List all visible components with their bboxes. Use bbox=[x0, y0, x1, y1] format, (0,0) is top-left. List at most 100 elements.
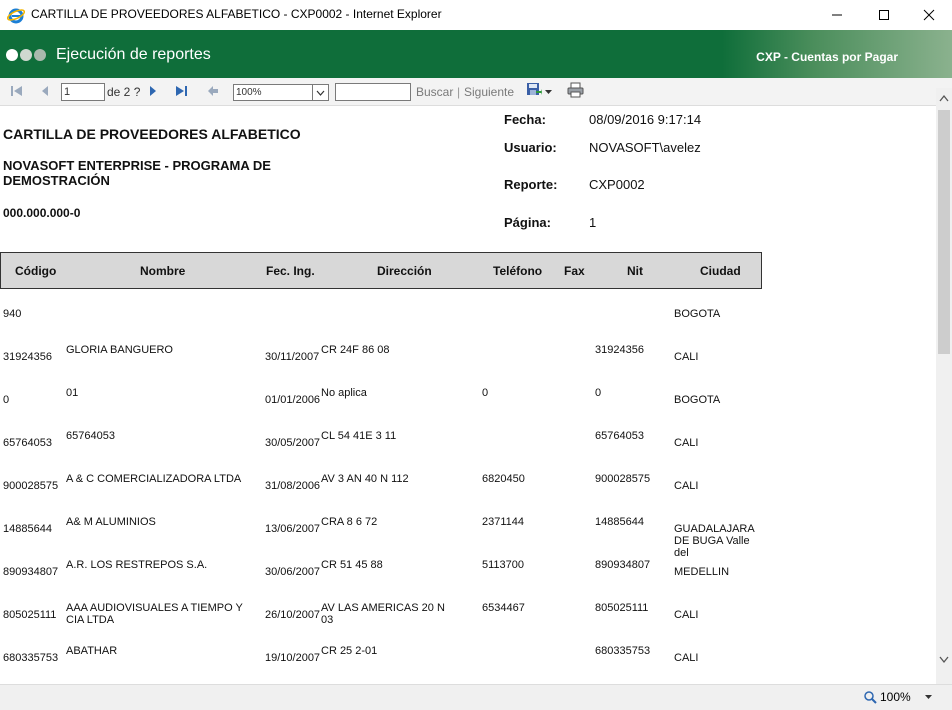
table-row: 805025111 AAA AUDIOVISUALES A TIEMPO Y CI… bbox=[0, 595, 760, 638]
table-row: 890934807 A.R. LOS RESTREPOS S.A. 30/06/20… bbox=[0, 552, 760, 595]
column-header: Fax bbox=[564, 264, 585, 278]
scroll-up-icon[interactable] bbox=[939, 94, 949, 102]
logo-dots bbox=[6, 48, 48, 66]
cell-direccion: CR 24F 86 08 bbox=[321, 344, 390, 356]
dot-icon bbox=[6, 49, 18, 61]
banner-title: Ejecución de reportes bbox=[56, 46, 211, 63]
window-title: CARTILLA DE PROVEEDORES ALFABETICO - CXP… bbox=[31, 7, 442, 21]
cell-ciudad: MEDELLIN bbox=[674, 566, 730, 578]
column-header: Nit bbox=[627, 264, 643, 278]
table-row: 680335753 ABATHAR 19/10/2007 CR 25 2-01 6803… bbox=[0, 638, 760, 681]
page-number-input[interactable]: 1 bbox=[61, 83, 105, 101]
status-zoom-control[interactable]: 100% bbox=[864, 690, 932, 704]
cell-codigo: 680335753 bbox=[3, 652, 59, 664]
toolbar-separator: | bbox=[457, 85, 461, 99]
cell-telefono: 5113700 bbox=[482, 559, 525, 571]
column-header: Nombre bbox=[140, 264, 186, 278]
first-page-icon bbox=[11, 86, 22, 96]
page-count-label: de 2 ? bbox=[107, 85, 141, 99]
column-header: Ciudad bbox=[700, 264, 741, 278]
next-page-icon bbox=[150, 86, 156, 96]
cell-fecha: 26/10/2007 bbox=[265, 609, 321, 621]
window-titlebar: CARTILLA DE PROVEEDORES ALFABETICO - CXP… bbox=[0, 0, 952, 30]
cell-ciudad: CALI bbox=[674, 609, 699, 621]
scrollbar-thumb[interactable] bbox=[938, 110, 950, 354]
export-dropdown[interactable] bbox=[545, 84, 552, 100]
back-button[interactable] bbox=[207, 83, 219, 99]
cell-nit: 900028575 bbox=[595, 473, 651, 485]
table-header: Código Nombre Fec. Ing. Dirección Teléfo… bbox=[0, 252, 762, 289]
cell-fecha: 31/08/2006 bbox=[265, 480, 321, 492]
zoom-select[interactable]: 100% bbox=[233, 84, 329, 101]
usuario-value: NOVASOFT\avelez bbox=[589, 140, 701, 155]
reporte-label: Reporte: bbox=[504, 177, 558, 192]
report-viewport: CARTILLA DE PROVEEDORES ALFABETICO NOVAS… bbox=[0, 106, 936, 684]
cell-ciudad: CALI bbox=[674, 652, 699, 664]
close-button[interactable] bbox=[906, 0, 952, 30]
dot-icon bbox=[20, 49, 32, 61]
reporte-value: CXP0002 bbox=[589, 177, 645, 192]
cell-telefono: 6820450 bbox=[482, 473, 525, 485]
cell-codigo: 65764053 bbox=[3, 437, 52, 449]
export-button[interactable] bbox=[526, 82, 542, 98]
first-page-button[interactable] bbox=[10, 83, 24, 99]
next-page-button[interactable] bbox=[148, 83, 158, 99]
cell-telefono: 0 bbox=[482, 387, 489, 399]
scroll-down-icon[interactable] bbox=[939, 656, 949, 664]
cell-nit: 14885644 bbox=[595, 516, 644, 528]
fecha-value: 08/09/2016 9:17:14 bbox=[589, 112, 702, 127]
usuario-label: Usuario: bbox=[504, 140, 557, 155]
report-title: CARTILLA DE PROVEEDORES ALFABETICO bbox=[3, 126, 301, 142]
cell-fecha: 30/06/2007 bbox=[265, 566, 321, 578]
find-next-link[interactable]: Siguiente bbox=[464, 85, 514, 99]
chevron-down-icon bbox=[312, 85, 328, 100]
module-name: CXP - Cuentas por Pagar bbox=[756, 50, 898, 64]
column-header: Código bbox=[15, 264, 57, 278]
cell-fecha: 01/01/2006 bbox=[265, 394, 321, 406]
table-row: 31924356 GLORIA BANGUERO 30/11/2007 CR 24F … bbox=[0, 337, 760, 380]
cell-nombre: A& M ALUMINIOS bbox=[66, 516, 156, 528]
caret-down-icon bbox=[924, 694, 932, 699]
cell-nit: 31924356 bbox=[595, 344, 644, 356]
last-page-icon bbox=[176, 86, 187, 96]
minimize-button[interactable] bbox=[814, 0, 860, 30]
cell-telefono: 2371144 bbox=[482, 516, 525, 528]
dot-icon bbox=[34, 49, 46, 61]
cell-ciudad: BOGOTA bbox=[674, 394, 721, 406]
previous-page-button[interactable] bbox=[40, 83, 50, 99]
table-row: 65764053 65764053 30/05/2007 CL 54 41E 3 11… bbox=[0, 423, 760, 466]
cell-nit: 0 bbox=[595, 387, 602, 399]
cell-fecha: 30/11/2007 bbox=[265, 351, 320, 363]
cell-nit: 65764053 bbox=[595, 430, 644, 442]
zoom-value: 100% bbox=[236, 87, 262, 98]
print-button[interactable] bbox=[567, 82, 584, 98]
cell-direccion: CR 25 2-01 bbox=[321, 645, 378, 657]
cell-direccion: CL 54 41E 3 11 bbox=[321, 430, 397, 442]
table-row: 900028575 A & C COMERCIALIZADORA LTDA 31/0… bbox=[0, 466, 760, 509]
back-arrow-icon bbox=[208, 86, 218, 96]
last-page-button[interactable] bbox=[174, 83, 188, 99]
cell-nit: 890934807 bbox=[595, 559, 651, 571]
find-link[interactable]: Buscar bbox=[416, 85, 453, 99]
maximize-button[interactable] bbox=[861, 0, 907, 30]
table-row: 0 01 01/01/2006 No aplica 0 0 BOGOTA bbox=[0, 380, 760, 423]
cell-ciudad: BOGOTA bbox=[674, 308, 721, 320]
cell-nombre: 01 bbox=[66, 387, 79, 399]
cell-nombre: 65764053 bbox=[66, 430, 115, 442]
column-header: Dirección bbox=[377, 264, 432, 278]
app-banner: Ejecución de reportes CXP - Cuentas por … bbox=[0, 30, 952, 78]
find-input[interactable] bbox=[335, 83, 411, 101]
cell-codigo: 805025111 bbox=[3, 609, 57, 621]
printer-icon bbox=[567, 82, 584, 98]
cell-direccion: AV 3 AN 40 N 112 bbox=[321, 473, 409, 485]
report-toolbar: 1 de 2 ? 100% Buscar | Siguiente bbox=[0, 78, 952, 106]
cell-codigo: 940 bbox=[3, 308, 22, 320]
caret-down-icon bbox=[545, 89, 552, 94]
cell-nombre: ABATHAR bbox=[66, 645, 118, 657]
minimize-icon bbox=[832, 14, 842, 16]
vertical-scrollbar[interactable] bbox=[936, 88, 952, 684]
cell-nit: 680335753 bbox=[595, 645, 651, 657]
table-row: 14885644 A& M ALUMINIOS 13/06/2007 CRA 8 6 … bbox=[0, 509, 760, 559]
cell-codigo: 14885644 bbox=[3, 523, 52, 535]
cell-codigo: 890934807 bbox=[3, 566, 59, 578]
